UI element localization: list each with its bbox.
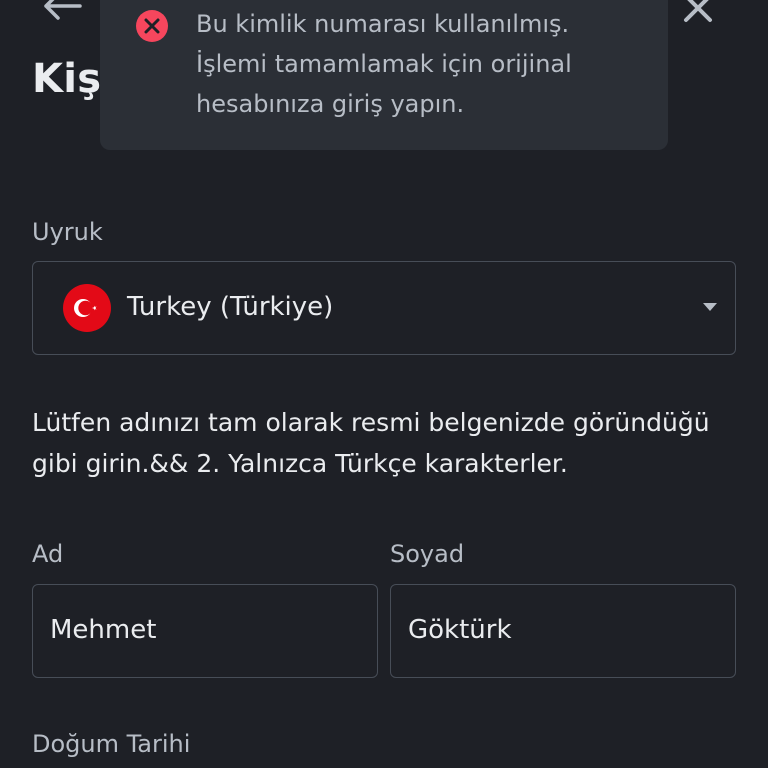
nationality-value: Turkey (Türkiye) bbox=[127, 292, 334, 322]
name-instruction: Lütfen adınızı tam olarak resmi belgeniz… bbox=[32, 408, 710, 478]
birth-date-label: Doğum Tarihi bbox=[32, 730, 191, 758]
first-name-input[interactable]: Mehmet bbox=[32, 584, 378, 678]
error-toast: Bu kimlik numarası kullanılmış. İşlemi t… bbox=[100, 0, 668, 150]
kyc-personal-info-screen: Kiş Bu kimlik numarası kullanılmış. İşle… bbox=[0, 0, 768, 768]
close-icon bbox=[684, 0, 712, 22]
error-icon bbox=[136, 10, 168, 42]
last-name-label: Soyad bbox=[390, 540, 465, 568]
last-name-value: Göktürk bbox=[408, 615, 512, 645]
first-name-value: Mehmet bbox=[50, 615, 157, 645]
toast-message: Bu kimlik numarası kullanılmış. İşlemi t… bbox=[196, 10, 572, 118]
turkey-flag-icon bbox=[63, 284, 111, 332]
last-name-input[interactable]: Göktürk bbox=[390, 584, 736, 678]
nationality-select[interactable]: Turkey (Türkiye) bbox=[32, 261, 736, 355]
caret-down-icon bbox=[703, 303, 717, 311]
arrow-left-icon bbox=[44, 0, 82, 20]
first-name-label: Ad bbox=[32, 540, 64, 568]
nationality-label: Uyruk bbox=[32, 218, 103, 246]
page-title: Kiş bbox=[32, 56, 102, 102]
close-button[interactable] bbox=[678, 0, 718, 28]
back-button[interactable] bbox=[40, 0, 84, 26]
